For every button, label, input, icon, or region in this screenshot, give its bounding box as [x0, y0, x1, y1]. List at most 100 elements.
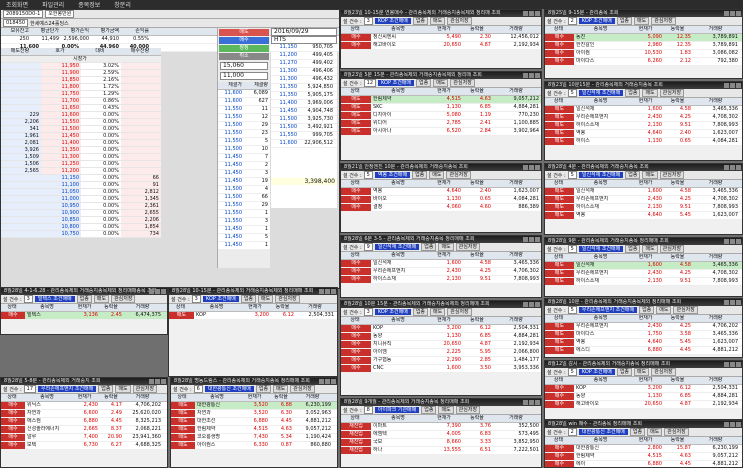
- maximize-icon[interactable]: [529, 237, 534, 242]
- condition-name[interactable]: 일신석재 조건매매: [578, 246, 624, 252]
- result-row[interactable]: 매수 에스컴 6,880 4.45 8,325,213: [1, 418, 167, 426]
- result-row[interactable]: 매도 일신석재 1,600 4.58 3,465,336: [545, 188, 742, 196]
- result-row[interactable]: 매도 일신석재 1,600 4.58 3,465,336: [545, 106, 742, 114]
- orderbook-row[interactable]: 2,565 11,200 0.00%: [1, 168, 161, 175]
- result-row[interactable]: 매수 바이오 1,130 0.65 4,084,281: [341, 196, 541, 204]
- realtime-window[interactable]: 8월28일 9개월 - 관리종목제외 거래중지종목 정리매매 조회 설 건수 :8…: [340, 398, 542, 468]
- close-icon[interactable]: [331, 289, 336, 294]
- condition-button-2[interactable]: 관심저장: [455, 243, 481, 251]
- result-row[interactable]: 매수 한진칼인 2,980 12.35 3,789,891: [545, 42, 742, 50]
- close-icon[interactable]: [736, 239, 741, 244]
- orderbook-row[interactable]: 11,050 0.00% 2,812: [1, 189, 161, 196]
- orderbook-row[interactable]: 11,000 0.00% 1,345: [1, 196, 161, 203]
- condition-name[interactable]: KOP 조건매매: [374, 18, 411, 24]
- result-row[interactable]: 재진입 하나 13,555 6.51 7,222,501: [341, 447, 541, 455]
- result-row[interactable]: 매도대한광통신 3,520 6.88 6,230,199: [171, 402, 337, 410]
- maximize-icon[interactable]: [730, 83, 735, 88]
- maximize-icon[interactable]: [529, 400, 534, 405]
- result-row[interactable]: 매수 정신씨엔씨 5,490 2.30 12,456,012: [341, 34, 541, 42]
- condition-button-2[interactable]: 관심저장: [446, 171, 471, 179]
- realtime-window[interactable]: 8월23일 10-15분 연봉매수 - 관리종목제외 거래중지종목제외 정리매 …: [340, 9, 542, 69]
- window-titlebar[interactable]: 8월28일 4분 - 관리종목제외 거래중지종목 조회: [545, 164, 742, 171]
- condition-button-0[interactable]: 업종: [412, 308, 429, 316]
- realtime-window[interactable]: 8월28일 4분 - 관리종목제외 거래중지종목 조회 설 건수 :5 일신석재 조…: [544, 163, 743, 235]
- menu-item-1[interactable]: 파일관리: [42, 0, 64, 9]
- minimize-icon[interactable]: [319, 379, 324, 384]
- minimize-icon[interactable]: [724, 11, 729, 16]
- realtime-window[interactable]: 8월21일 안정엔진 10분 - 관리종목제외 거래중지종목 조회 설 건수 :5…: [340, 163, 542, 233]
- order-price-input[interactable]: 11,000: [220, 72, 268, 80]
- window-titlebar[interactable]: 8월28일 4-1-6.28 - 관리종목제외 거래중지종목제외 정리매매종목 …: [1, 288, 167, 295]
- condition-button-1[interactable]: 매도: [258, 295, 274, 303]
- orderbook-row[interactable]: 10,800 0.00% 1,854: [1, 224, 161, 231]
- condition-button-0[interactable]: 업종: [98, 385, 114, 393]
- window-titlebar[interactable]: 8월28일 9분 - 관리종목제외 거래중지종목 정리매매 조회: [545, 238, 742, 245]
- orderbook-row[interactable]: 1,506 11,250 0.00%: [1, 161, 161, 168]
- result-row[interactable]: 매도 하이스소재 2,130 9.51 7,808,993: [545, 122, 742, 130]
- condition-name[interactable]: 우리손에프앤지 조건매매: [578, 307, 638, 313]
- condition-name[interactable]: KOP 조건매매: [378, 80, 414, 86]
- condition-name[interactable]: KOP 조건매매: [578, 18, 615, 24]
- realtime-window[interactable]: 8월28일 6분 3-5 - 관리종목제외 거래중지종목 정리매매 조회 설 건수…: [340, 235, 542, 298]
- close-icon[interactable]: [535, 165, 540, 170]
- result-row[interactable]: 매도 위디어 2,785 2.41 1,100,885: [341, 120, 541, 128]
- maximize-icon[interactable]: [529, 11, 534, 16]
- result-row[interactable]: 매수 한림제약 4,515 4.63 9,057,212: [545, 453, 742, 461]
- order-button-3[interactable]: 취소: [219, 53, 269, 60]
- orderbook-row[interactable]: 11,700 0.86%: [1, 98, 161, 105]
- result-row[interactable]: 매수 에이 6,880 4.45 4,881,212: [545, 461, 742, 467]
- window-titlebar[interactable]: 8월25일 9-15분 - 관리종목 조회: [545, 10, 742, 17]
- result-row[interactable]: 매수 신성솔라에너지 2,665 8.37 2,068,221: [1, 426, 167, 434]
- condition-button-1[interactable]: 매도: [642, 245, 658, 253]
- result-row[interactable]: 매도 역봉 4,640 5.45 1,623,007: [545, 339, 742, 347]
- realtime-window[interactable]: 8월23일 10분15분 - 관리종목제외 거래중지종목 조회 설 건수 :5 일신…: [544, 81, 743, 161]
- realtime-window[interactable]: 8월23일 5분 15분 - 관리종목제외 거래중지종목제외 정리매 조회 설 건…: [340, 71, 542, 161]
- orderbook-row[interactable]: 11,750 1.29%: [1, 91, 161, 98]
- realtime-window[interactable]: 8월12일 감시 - 관리종목제외 거래중지종목 정리매매 조회 설 건수 :5K…: [544, 360, 743, 420]
- condition-button-0[interactable]: 업종: [616, 368, 633, 376]
- condition-button-1[interactable]: 매도: [634, 17, 650, 25]
- window-titlebar[interactable]: 8월23일 5분 15분 - 관리종목제외 거래중지종목제외 정리매 조회: [341, 72, 541, 79]
- order-button-0[interactable]: 매도: [219, 29, 269, 36]
- orderbook-row[interactable]: 11,950 3.02%: [1, 63, 161, 70]
- realtime-window[interactable]: 8월28일 10분 - 관리종목제외 거래중지종목제외 정리매매 조회 설 건수 …: [544, 298, 743, 358]
- condition-button-0[interactable]: 업종: [255, 385, 272, 393]
- orderbook-row[interactable]: 11,850 2.16%: [1, 77, 161, 84]
- condition-button-1[interactable]: 매도: [115, 385, 131, 393]
- condition-button-1[interactable]: 매도: [642, 171, 658, 179]
- result-row[interactable]: 매수 CNC 1,600 3.50 3,953,336: [341, 365, 541, 373]
- orderbook-row[interactable]: 11,100 0.00% 91: [1, 182, 161, 189]
- minimize-icon[interactable]: [149, 379, 154, 384]
- condition-button-2[interactable]: 관심저장: [447, 17, 472, 25]
- condition-button-0[interactable]: 업종: [412, 17, 429, 25]
- realtime-window[interactable]: 8월28일 9분 - 관리종목제외 거래중지종목 정리매매 조회 설 건수 :5일…: [544, 237, 743, 297]
- condition-button-0[interactable]: 업종: [416, 79, 432, 87]
- maximize-icon[interactable]: [325, 379, 330, 384]
- result-row[interactable]: 재진입 국보 8,660 3.33 3,852,950: [341, 439, 541, 447]
- result-row[interactable]: 매수 해고바이오 20,650 4.87 2,192,934: [341, 42, 541, 50]
- maximize-icon[interactable]: [529, 302, 534, 307]
- maximize-icon[interactable]: [155, 289, 160, 294]
- result-row[interactable]: 매도 하이스 1,130 0.65 4,084,281: [545, 138, 742, 146]
- result-row[interactable]: 매수 동양 1,130 6.85 4,884,281: [341, 333, 541, 341]
- result-row[interactable]: 매도 에스디 6,880 4.45 4,881,212: [545, 347, 742, 355]
- condition-button-2[interactable]: 관심저장: [659, 245, 685, 253]
- result-row[interactable]: 매수 아이컴 10,530 1.83 3,086,082: [545, 50, 742, 58]
- condition-button-1[interactable]: 매도: [430, 308, 446, 316]
- window-titlebar[interactable]: 8월28일 10-15분 - 관리종목제외 거래중지종목제외 정리매매 조회: [169, 288, 337, 295]
- result-row[interactable]: 매수 KOP 3,200 6.12 2,504,331: [341, 325, 541, 333]
- condition-button-2[interactable]: 관심저장: [132, 385, 158, 393]
- condition-button-0[interactable]: 업종: [421, 243, 437, 251]
- condition-button-2[interactable]: 관심저장: [659, 89, 685, 97]
- condition-button-2[interactable]: 관심저장: [455, 406, 481, 414]
- condition-button-0[interactable]: 업종: [629, 428, 646, 436]
- close-icon[interactable]: [736, 362, 741, 367]
- condition-name[interactable]: 아이파크 기관매매: [374, 407, 420, 413]
- realtime-window[interactable]: 8월25일 9-15분 - 관리종목 조회 설 건수 :2 KOP 조건매매 업종 매도…: [544, 9, 743, 79]
- condition-button-1[interactable]: 매도: [93, 295, 110, 303]
- window-titlebar[interactable]: 8월21일 안정엔진 10분 - 관리종목제외 거래중지종목 조회: [341, 164, 541, 171]
- realtime-window[interactable]: 8월28일 5-8분 - 관리종목제외 거래중지 조회 설 건수 :17 우리손에프…: [0, 377, 168, 468]
- result-row[interactable]: 매도 자연과 3,520 6.30 3,052,963: [171, 410, 337, 418]
- condition-button-2[interactable]: 관심저장: [664, 428, 689, 436]
- minimize-icon[interactable]: [724, 83, 729, 88]
